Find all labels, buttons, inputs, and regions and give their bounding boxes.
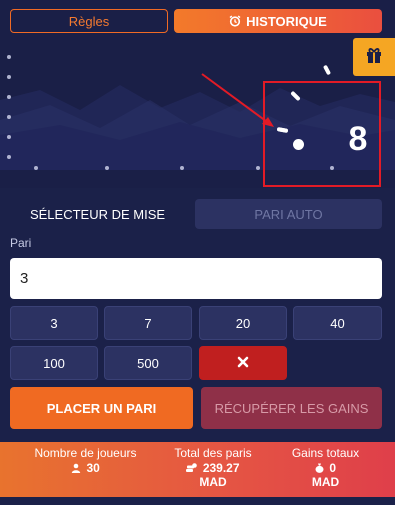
bet-amount-input[interactable]: 3	[10, 258, 382, 299]
stat-total-wins: Gains totaux 0 MAD	[278, 446, 373, 489]
quick-bet-label: 40	[330, 315, 345, 331]
total-wins-currency: MAD	[311, 475, 340, 489]
total-bets-label: Total des paris	[174, 446, 252, 460]
grid-dot	[7, 135, 11, 139]
players-label: Nombre de joueurs	[34, 446, 137, 460]
grid-dot	[7, 75, 11, 79]
clear-bet-button[interactable]	[199, 346, 287, 380]
total-bets-value: 239.27	[202, 461, 240, 475]
tab-auto-bet-label: PARI AUTO	[254, 206, 323, 222]
quick-bet-label: 20	[235, 315, 251, 331]
close-icon	[237, 356, 249, 371]
history-label: HISTORIQUE	[246, 13, 327, 29]
annotation-highlight-box	[263, 81, 381, 187]
gift-button[interactable]	[353, 38, 395, 76]
grid-dot	[7, 55, 11, 59]
tab-bet-selector[interactable]: SÉLECTEUR DE MISE	[10, 199, 185, 229]
grid-dot	[7, 155, 11, 159]
user-icon	[71, 461, 86, 475]
grid-dot	[180, 166, 184, 170]
grid-dot	[256, 166, 260, 170]
history-button[interactable]: HISTORIQUE	[174, 9, 382, 33]
rules-label: Règles	[68, 13, 110, 29]
quick-bet-button[interactable]: 500	[104, 346, 192, 380]
grid-dot	[7, 95, 11, 99]
grid-dot	[105, 166, 109, 170]
quick-bet-label: 7	[144, 315, 152, 331]
tab-auto-bet[interactable]: PARI AUTO	[195, 199, 382, 229]
quick-bet-button[interactable]: 20	[199, 306, 287, 340]
rules-button[interactable]: Règles	[10, 9, 168, 33]
place-bet-button[interactable]: PLACER UN PARI	[10, 387, 193, 429]
quick-bet-label: 500	[137, 355, 159, 371]
quick-bet-button[interactable]: 3	[10, 306, 98, 340]
game-area: Règles HISTORIQUE 8	[0, 0, 395, 188]
total-bets-currency: MAD	[199, 475, 227, 489]
gift-icon	[365, 46, 383, 69]
grid-dot	[34, 166, 38, 170]
coins-icon	[186, 461, 202, 475]
place-bet-label: PLACER UN PARI	[46, 400, 157, 416]
quick-bet-label: 100	[43, 355, 65, 371]
bet-label: Pari	[10, 236, 32, 250]
total-wins-label: Gains totaux	[291, 446, 360, 460]
alarm-clock-icon	[229, 15, 241, 27]
cashout-label: RÉCUPÉRER LES GAINS	[214, 400, 369, 416]
quick-bet-label: 3	[50, 315, 58, 331]
quick-bet-button[interactable]: 100	[10, 346, 98, 380]
cashout-button[interactable]: RÉCUPÉRER LES GAINS	[201, 387, 382, 429]
quick-bet-button[interactable]: 7	[104, 306, 192, 340]
stats-bar: Nombre de joueurs 30 Total des paris 239…	[0, 442, 395, 497]
grid-dot	[7, 115, 11, 119]
total-wins-value: 0	[329, 461, 337, 475]
players-value: 30	[86, 461, 100, 475]
tab-bet-selector-label: SÉLECTEUR DE MISE	[29, 206, 166, 222]
money-bag-icon	[315, 461, 329, 475]
quick-bet-button[interactable]: 40	[293, 306, 382, 340]
stat-players: Nombre de joueurs 30	[18, 446, 153, 476]
bet-panel: SÉLECTEUR DE MISE PARI AUTO Pari 3 3 7 2…	[0, 190, 395, 440]
stat-total-bets: Total des paris 239.27 MAD	[158, 446, 268, 489]
bet-amount-value: 3	[20, 270, 29, 287]
